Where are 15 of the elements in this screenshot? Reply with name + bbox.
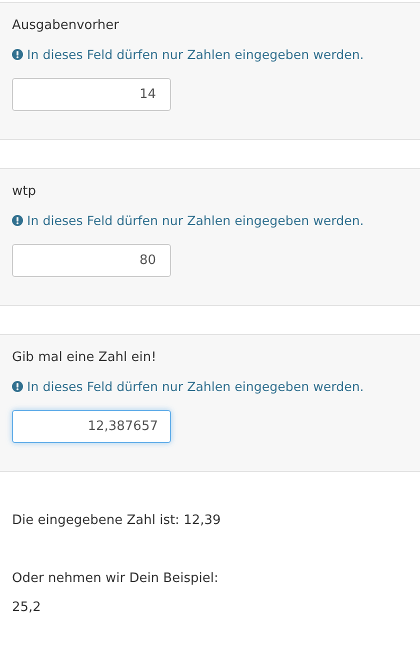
- number-input[interactable]: 80: [12, 244, 171, 277]
- example-label: Oder nehmen wir Dein Beispiel:: [12, 571, 220, 586]
- validation-hint: In dieses Feld dürfen nur Zahlen eingegeben werden.: [27, 47, 364, 62]
- number-input[interactable]: 14: [12, 78, 171, 111]
- question-label: wtp: [12, 184, 36, 199]
- exclamation-icon: [12, 381, 23, 392]
- number-input[interactable]: 12,387657: [12, 410, 171, 443]
- validation-hint: In dieses Feld dürfen nur Zahlen eingegeben werden.: [27, 213, 364, 228]
- question-label: Ausgabenvorher: [12, 18, 119, 33]
- validation-hint: In dieses Feld dürfen nur Zahlen eingegeben werden.: [27, 379, 364, 394]
- question-label: Gib mal eine Zahl ein!: [12, 350, 156, 365]
- example-value: 25,2: [12, 600, 42, 615]
- exclamation-icon: [12, 215, 23, 226]
- exclamation-icon: [12, 49, 23, 60]
- result-text: Die eingegebene Zahl ist: 12,39: [12, 513, 222, 528]
